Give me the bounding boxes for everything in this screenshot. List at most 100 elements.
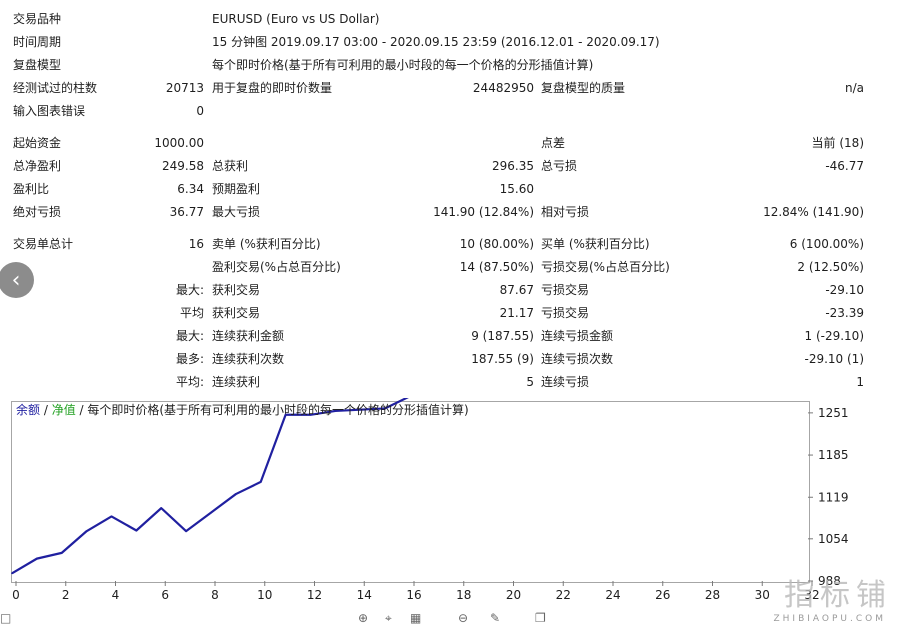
x-tick-label: 10 — [257, 588, 272, 602]
legend-model: 每个即时价格(基于所有可利用的最小时段的每一个价格的分形插值计算) — [87, 403, 469, 417]
x-tick-label: 28 — [705, 588, 720, 602]
profit-factor-label: 盈利比 — [13, 182, 50, 196]
period-value: 15 分钟图 2019.09.17 03:00 - 2020.09.15 23:… — [212, 35, 660, 49]
avg-consec-win-label: 连续获利 — [212, 375, 261, 389]
largest-win-label: 获利交易 — [212, 283, 261, 297]
chart-legend: 余额 / 净值 / 每个即时价格(基于所有可利用的最小时段的每一个价格的分形插值… — [16, 402, 469, 418]
max-drawdown-value: 141.90 (12.84%) — [433, 205, 534, 219]
max-drawdown-label: 最大亏损 — [212, 205, 261, 219]
zoom-out-icon[interactable]: ⊖ — [458, 612, 468, 624]
net-profit-value: 249.58 — [162, 159, 204, 173]
x-tick-label: 8 — [211, 588, 219, 602]
deposit-label: 起始资金 — [13, 136, 62, 150]
x-tick-label: 4 — [112, 588, 120, 602]
x-tick-label: 26 — [655, 588, 670, 602]
largest-loss-value: -29.10 — [825, 283, 864, 297]
consec-win-count-label: 连续获利次数 — [212, 352, 285, 366]
balance-point — [235, 493, 237, 495]
short-positions-label: 卖单 (%获利百分比) — [212, 237, 321, 251]
x-tick-label: 20 — [506, 588, 521, 602]
deposit-value: 1000.00 — [154, 136, 204, 150]
back-button[interactable]: ‹ — [0, 262, 34, 298]
abs-drawdown-value: 36.77 — [169, 205, 204, 219]
legend-separator: / — [75, 403, 88, 417]
model-value: 每个即时价格(基于所有可利用的最小时段的每一个价格的分形插值计算) — [212, 58, 594, 72]
balance-point — [60, 552, 63, 554]
average-loss-value: -23.39 — [825, 306, 864, 320]
copy-icon[interactable]: ❐ — [535, 612, 546, 624]
balance-point — [135, 529, 138, 532]
model-label: 复盘模型 — [13, 58, 62, 72]
y-tick-label: 1251 — [818, 406, 849, 420]
ticks-value: 24482950 — [472, 81, 534, 95]
errors-value: 0 — [196, 104, 204, 118]
x-tick-label: 18 — [456, 588, 471, 602]
balance-point — [85, 530, 88, 532]
crosshair-icon[interactable]: ⌖ — [385, 612, 392, 624]
expected-payoff-value: 15.60 — [499, 182, 534, 196]
consec-loss-count-label: 连续亏损次数 — [541, 352, 614, 366]
consec-win-amount-label: 连续获利金额 — [212, 329, 285, 343]
spread-label: 点差 — [541, 136, 566, 150]
legend-equity: 净值 — [51, 403, 76, 417]
avg-consec-loss-value: 1 — [856, 375, 864, 389]
x-tick-label: 24 — [605, 588, 620, 602]
symbol-label: 交易品种 — [13, 12, 62, 26]
x-tick-label: 22 — [556, 588, 571, 602]
profit-factor-value: 6.34 — [177, 182, 204, 196]
long-positions-value: 6 (100.00%) — [789, 237, 864, 251]
long-positions-label: 买单 (%获利百分比) — [541, 237, 650, 251]
balance-point — [160, 507, 163, 509]
x-tick-label: 14 — [357, 588, 372, 602]
y-tick-label: 1185 — [818, 448, 849, 462]
quality-value: n/a — [844, 81, 864, 95]
gross-loss-value: -46.77 — [825, 159, 864, 173]
largest-win-value: 87.67 — [499, 283, 534, 297]
loss-trades-label: 亏损交易(%占总百分比) — [541, 260, 670, 274]
edit-icon[interactable]: ✎ — [490, 612, 500, 624]
quality-label: 复盘模型的质量 — [541, 81, 626, 95]
period-label: 时间周期 — [13, 35, 62, 49]
short-positions-value: 10 (80.00%) — [459, 237, 534, 251]
gross-profit-value: 296.35 — [492, 159, 534, 173]
back-arrow-icon: ‹ — [11, 267, 21, 293]
x-tick-label: 0 — [12, 588, 20, 602]
largest-loss-label: 亏损交易 — [541, 283, 590, 297]
win-trades-value: 14 (87.50%) — [459, 260, 534, 274]
total-trades-value: 16 — [188, 237, 204, 251]
y-tick-label: 1054 — [818, 532, 849, 546]
zoom-in-icon[interactable]: ⊕ — [358, 612, 368, 624]
consec-loss-count-value: -29.10 (1) — [804, 352, 865, 366]
spread-value: 当前 (18) — [811, 136, 864, 150]
watermark-logo: 指标铺 — [784, 578, 892, 613]
consec-win-count-value: 187.55 (9) — [471, 352, 534, 366]
max-consecutive-prefix: 最大: — [175, 329, 204, 343]
ticks-label: 用于复盘的即时价数量 — [212, 81, 333, 95]
average-win-label: 获利交易 — [212, 306, 261, 320]
loss-trades-value: 2 (12.50%) — [797, 260, 864, 274]
panel-icon[interactable]: □ — [0, 612, 11, 624]
balance-point — [110, 515, 113, 518]
average-win-value: 21.17 — [499, 306, 534, 320]
rel-drawdown-value: 12.84% (141.90) — [763, 205, 864, 219]
net-profit-label: 总净盈利 — [13, 159, 62, 173]
grid-icon[interactable]: ▦ — [410, 612, 421, 624]
average-loss-label: 亏损交易 — [541, 306, 590, 320]
avg-consec-win-value: 5 — [526, 375, 534, 389]
x-tick-label: 6 — [161, 588, 169, 602]
avg-consec-loss-label: 连续亏损 — [541, 375, 590, 389]
x-tick-label: 12 — [307, 588, 322, 602]
balance-point — [259, 481, 262, 483]
legend-separator: / — [40, 403, 52, 417]
legend-balance: 余额 — [16, 403, 41, 417]
balance-point — [11, 572, 13, 575]
consec-loss-amount-label: 连续亏损金额 — [541, 329, 614, 343]
x-tick-label: 16 — [406, 588, 421, 602]
consec-win-amount-value: 9 (187.55) — [471, 329, 534, 343]
chart-svg: 98810541119118512510 2 4 6 8 10 12 14 16 18 20 22 24… — [11, 398, 849, 602]
expected-payoff-label: 预期盈利 — [212, 182, 261, 196]
bars-label: 经测试过的柱数 — [13, 81, 98, 95]
win-trades-label: 盈利交易(%占总百分比) — [212, 260, 341, 274]
errors-label: 输入图表错误 — [13, 104, 86, 118]
balance-point — [36, 557, 38, 560]
